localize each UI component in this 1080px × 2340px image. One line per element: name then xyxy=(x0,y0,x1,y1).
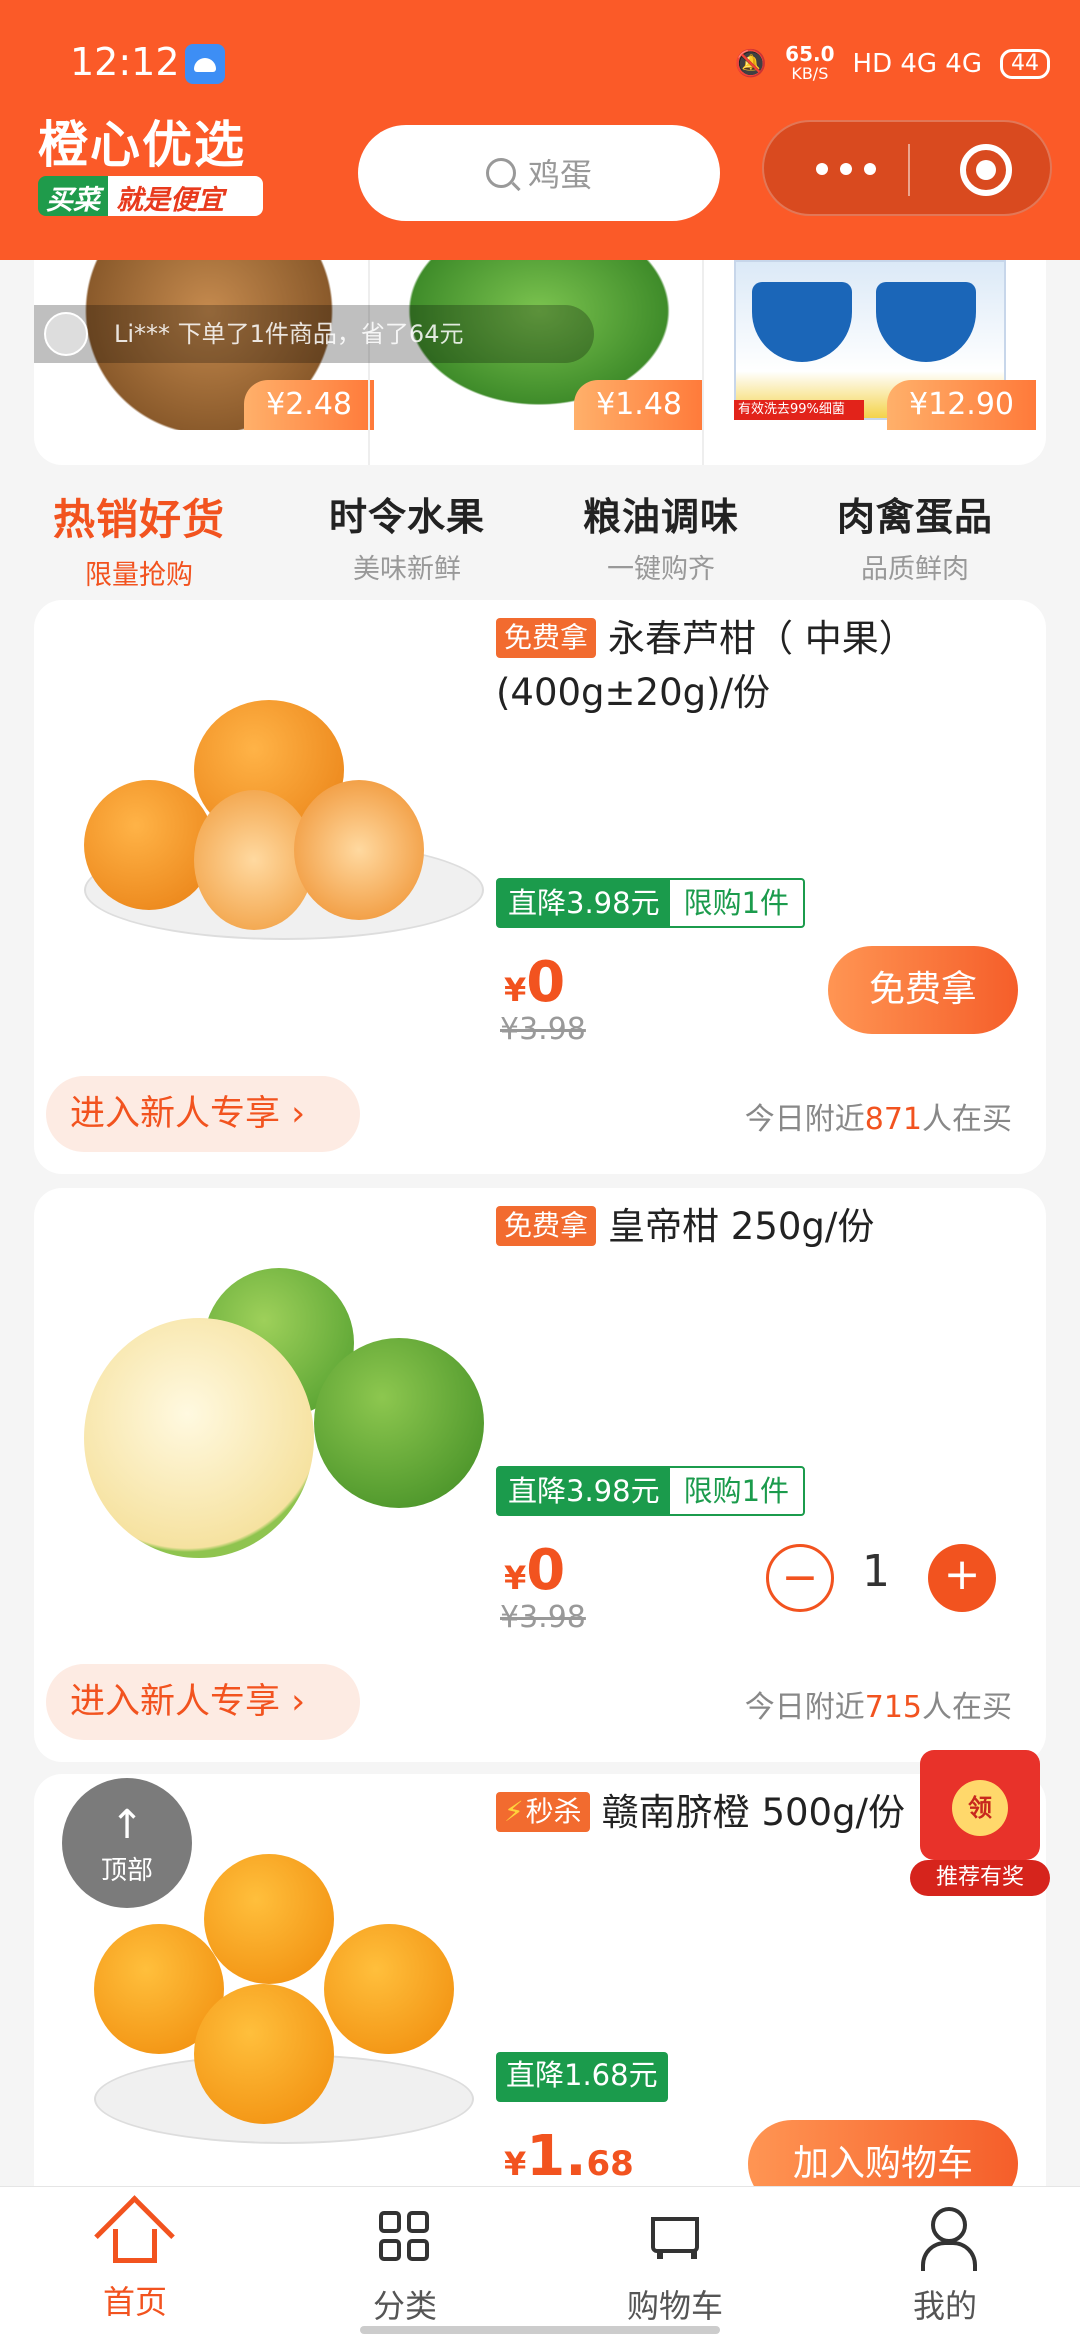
original-price: ¥3.98 xyxy=(500,1600,586,1635)
home-icon xyxy=(113,2229,157,2263)
chevron-right-icon: › xyxy=(291,1094,306,1134)
logo-title: 橙心优选 xyxy=(38,116,246,174)
mute-icon: 🔕 xyxy=(734,49,768,79)
gesture-bar[interactable] xyxy=(360,2326,720,2334)
increase-button[interactable]: + xyxy=(928,1544,996,1612)
quantity-stepper: − 1 + xyxy=(766,1538,996,1618)
shield-icon xyxy=(876,282,976,362)
product-price: ¥0 xyxy=(504,1538,566,1603)
promo-tag: 直降3.98元 限购1件 xyxy=(496,1466,806,1516)
capsule-divider xyxy=(908,144,910,196)
bottom-nav: 首页 分类 购物车 我的 xyxy=(0,2186,1080,2340)
order-ticker: Li*** 下单了1件商品，省了64元 xyxy=(34,305,594,363)
search-bar[interactable]: 鸡蛋 xyxy=(358,125,720,221)
logo-slogan: 买菜 就是便宜 xyxy=(38,176,263,216)
soap-tag: 有效洗去99%细菌 xyxy=(734,400,864,420)
cart-icon xyxy=(645,2207,705,2267)
product-image xyxy=(44,1228,504,1568)
product-price: ¥0 xyxy=(504,950,566,1015)
battery-icon: 44 xyxy=(1000,49,1050,79)
chevron-right-icon: › xyxy=(291,1682,306,1722)
category-tabs: 热销好货 限量抢购 时令水果 美味新鲜 粮油调味 一键购齐 肉禽蛋品 品质鲜肉 xyxy=(0,486,1080,598)
more-menu-icon[interactable] xyxy=(806,154,886,184)
deal-price: ¥1.48 xyxy=(574,380,704,430)
nav-profile[interactable]: 我的 xyxy=(810,2207,1080,2327)
flash-sale-badge: 秒杀 xyxy=(496,1792,590,1832)
app-header: 12:12 🔕 65.0 KB/S HD 4G 4G 44 橙心优选 买菜 就是… xyxy=(0,0,1080,260)
profile-icon xyxy=(915,2207,977,2271)
shield-icon xyxy=(752,282,852,362)
product-title: 免费拿 永春芦柑（ 中果）(400g±20g)/份 xyxy=(496,617,916,714)
product-image xyxy=(44,640,504,980)
deal-price: ¥12.90 xyxy=(887,380,1036,430)
tab-hot[interactable]: 热销好货 限量抢购 xyxy=(4,486,274,592)
product-price: ¥1.68 xyxy=(504,2124,634,2189)
promo-tag: 直降3.98元 限购1件 xyxy=(496,878,806,928)
promo-tag: 直降1.68元 xyxy=(496,2052,668,2102)
search-icon xyxy=(485,158,516,188)
status-time: 12:12 xyxy=(70,40,180,84)
android-icon xyxy=(185,44,225,84)
network-speed: 65.0 KB/S xyxy=(785,42,835,83)
nav-home[interactable]: 首页 xyxy=(0,2207,270,2323)
arrow-up-icon: ↑ xyxy=(110,1802,144,1848)
network-indicator: HD 4G 4G xyxy=(852,49,982,79)
status-indicators: 🔕 65.0 KB/S HD 4G 4G 44 xyxy=(735,44,1050,84)
back-to-top-button[interactable]: ↑ 顶部 xyxy=(62,1778,192,1908)
status-bar: 12:12 🔕 65.0 KB/S HD 4G 4G 44 xyxy=(0,0,1080,120)
product-card[interactable]: 免费拿 永春芦柑（ 中果）(400g±20g)/份 直降3.98元 限购1件 ¥0… xyxy=(34,600,1046,1174)
search-placeholder: 鸡蛋 xyxy=(527,156,592,194)
deal-price: ¥2.48 xyxy=(244,380,374,430)
tab-fruit[interactable]: 时令水果 美味新鲜 xyxy=(272,486,542,586)
app-logo: 橙心优选 买菜 就是便宜 xyxy=(38,118,263,216)
free-badge: 免费拿 xyxy=(496,1206,597,1246)
deals-strip: ¥2.48 ¥1.48 有效洗去99%细菌 ¥12.90 Li*** 下单了1件… xyxy=(34,260,1046,465)
tab-grain-oil[interactable]: 粮油调味 一键购齐 xyxy=(526,486,796,586)
nav-category[interactable]: 分类 xyxy=(270,2207,540,2327)
product-card[interactable]: 免费拿 皇帝柑 250g/份 直降3.98元 限购1件 ¥0 ¥3.98 − 1 … xyxy=(34,1188,1046,1762)
nearby-buyers: 今日附近871人在买 xyxy=(744,1102,1012,1137)
miniapp-capsule xyxy=(762,120,1052,216)
referral-reward-button[interactable]: 领 推荐有奖 xyxy=(910,1750,1050,1900)
newbie-zone-button[interactable]: 进入新人专享 › xyxy=(46,1664,360,1740)
divider xyxy=(702,260,704,465)
deal-item-soap[interactable]: 有效洗去99%细菌 ¥12.90 xyxy=(706,260,1036,430)
nearby-buyers: 今日附近715人在买 xyxy=(744,1690,1012,1725)
free-badge: 免费拿 xyxy=(496,618,597,658)
category-icon xyxy=(375,2207,435,2267)
original-price: ¥3.98 xyxy=(500,1012,586,1047)
avatar xyxy=(44,312,88,356)
decrease-button[interactable]: − xyxy=(766,1544,834,1612)
nav-cart[interactable]: 购物车 xyxy=(540,2207,810,2327)
product-title: 免费拿 皇帝柑 250g/份 xyxy=(496,1200,1026,1254)
newbie-zone-button[interactable]: 进入新人专享 › xyxy=(46,1076,360,1152)
close-miniapp-icon[interactable] xyxy=(960,144,1012,196)
free-take-button[interactable]: 免费拿 xyxy=(828,946,1018,1034)
quantity-value: 1 xyxy=(862,1546,890,1597)
tab-meat-egg[interactable]: 肉禽蛋品 品质鲜肉 xyxy=(780,486,1050,586)
